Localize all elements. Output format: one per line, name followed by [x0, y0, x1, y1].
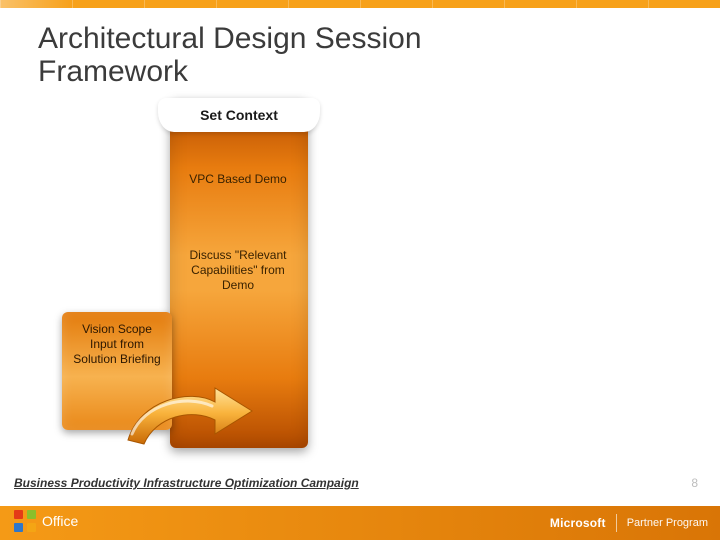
partner-program-logo: Microsoft Partner Program — [550, 514, 708, 532]
microsoft-wordmark: Microsoft — [550, 516, 606, 530]
office-logo: Office — [14, 510, 78, 532]
page-number: 8 — [691, 476, 698, 490]
vision-scope-card: Vision Scope Input from Solution Briefin… — [62, 312, 172, 430]
office-wordmark: Office — [42, 513, 78, 529]
partner-program-text: Partner Program — [627, 517, 708, 529]
logo-divider — [616, 514, 617, 532]
discuss-capabilities-label: Discuss "Relevant Capabilities" from Dem… — [178, 248, 298, 293]
bottom-banner: Microsoft Partner Program — [0, 506, 720, 540]
campaign-footer: Business Productivity Infrastructure Opt… — [14, 476, 359, 490]
office-squares-icon — [14, 510, 36, 532]
set-context-header: Set Context — [158, 98, 320, 132]
vpc-demo-label: VPC Based Demo — [178, 172, 298, 187]
top-accent-bar — [0, 0, 720, 8]
slide-title: Architectural Design Session Framework — [38, 22, 558, 88]
